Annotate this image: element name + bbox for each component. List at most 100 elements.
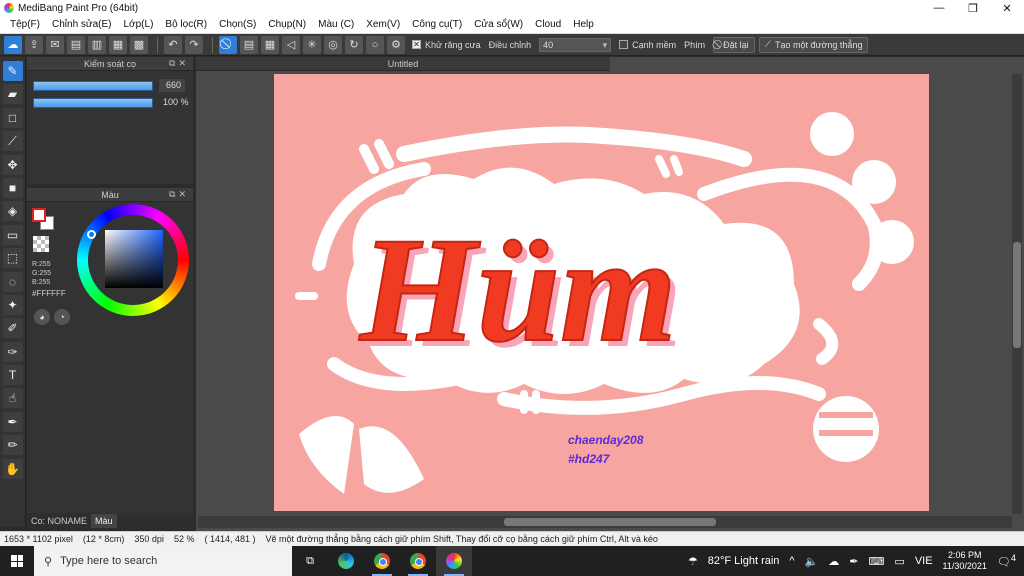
cloud-icon[interactable]: ☁ [4,35,22,54]
close-button[interactable]: ✕ [990,0,1024,16]
language-indicator[interactable]: VIE [915,555,933,567]
artwork-canvas[interactable]: Hüm Hüm chaenday208 #hd247 [274,74,929,511]
snap-off-icon[interactable]: ⃠ [219,35,237,54]
circle-snap-icon[interactable]: ○ [366,35,384,54]
cloud-sync-icon[interactable]: ☁ [828,555,839,568]
undo-icon[interactable]: ↶ [164,35,182,54]
antialias-checkbox[interactable]: ✕ [412,40,421,49]
panel-icon[interactable]: ▦ [109,35,127,54]
medibang-app-icon [4,3,14,13]
text-tool-icon[interactable]: T [2,365,23,386]
share-icon[interactable]: ⇪ [25,35,43,54]
menu-filter[interactable]: Bộ lọc(R) [159,16,213,34]
gradient-tool-icon[interactable]: ▭ [2,224,23,245]
grid-snap-icon[interactable]: ▦ [261,35,279,54]
color-picker-knob[interactable] [87,230,96,239]
menu-help[interactable]: Help [567,16,600,34]
panel-controls-icon[interactable]: ⧉✕ [169,58,189,69]
tool-column: ✎ ▰ □ ⟋ ✥ ■ ◈ ▭ ⬚ ◌ ✦ ✐ ✑ T ☝ ✒ ✏ ✋ [0,57,26,527]
notification-icon[interactable]: 🗨4 [997,553,1016,569]
maximize-button[interactable]: ❐ [956,0,990,16]
menu-layer[interactable]: Lớp(L) [118,16,160,34]
horizontal-scroll-thumb[interactable] [504,518,716,526]
menu-view[interactable]: Xem(V) [360,16,406,34]
taskbar-clock[interactable]: 2:06 PM 11/30/2021 [943,550,987,572]
gear-icon[interactable]: ⚙ [387,35,405,54]
pen-tool-icon[interactable]: ✏ [2,435,23,456]
horizontal-scrollbar[interactable] [198,516,1012,528]
menu-edit[interactable]: Chỉnh sửa(E) [46,16,118,34]
redo-icon[interactable]: ↷ [185,35,203,54]
fill-rect-tool-icon[interactable]: ■ [2,177,23,198]
system-tray: ☂ 82°F Light rain ^ 🔈 ☁ ✒ ⌨ ▭ VIE 2:06 P… [688,546,1024,576]
move-tool-icon[interactable]: ✥ [2,154,23,175]
brush-opacity-slider[interactable] [33,97,153,108]
brush-opacity-row: 100 % [33,96,193,109]
hex-value[interactable]: #FFFFFF [32,289,66,298]
artist-credit: chaenday208 [568,433,644,447]
palette-add-icon[interactable]: ◔ [54,309,70,325]
menu-snap[interactable]: Chụp(N) [262,16,312,34]
vertical-scrollbar[interactable] [1012,74,1022,514]
hand-tool-icon[interactable]: ✋ [2,458,23,479]
chevron-up-icon[interactable]: ^ [789,555,794,567]
comment-icon[interactable]: ✉ [46,35,64,54]
menu-window[interactable]: Cửa sổ(W) [468,16,529,34]
message-icon[interactable]: ▤ [67,35,85,54]
grid-icon[interactable]: ▩ [130,35,148,54]
operation-tool-icon[interactable]: ☝ [2,388,23,409]
select-eraser-tool-icon[interactable]: ✑ [2,341,23,362]
tab-color[interactable]: Màu [91,514,117,528]
menu-file[interactable]: Tệp(F) [4,16,46,34]
pen-icon[interactable]: ✒ [849,555,858,568]
blur-tool-icon[interactable]: ⟋ [2,131,23,152]
palette-icon[interactable]: ◕ [34,309,50,325]
edge-app-button[interactable] [328,546,364,576]
concentric-snap-icon[interactable]: ◎ [324,35,342,54]
start-button[interactable] [0,546,34,576]
dot-tool-icon[interactable]: □ [2,107,23,128]
brush-tool-icon[interactable]: ✎ [2,61,23,81]
radial-snap-icon[interactable]: ✳ [303,35,321,54]
brush-size-value[interactable]: 660 [159,79,185,92]
saturation-value-square[interactable] [105,230,163,288]
eraser-tool-icon[interactable]: ▰ [2,84,23,105]
menu-color[interactable]: Màu (C) [312,16,360,34]
menu-tools[interactable]: Công cụ(T) [406,16,468,34]
bucket-tool-icon[interactable]: ◈ [2,201,23,222]
chrome-app-button[interactable] [364,546,400,576]
reset-button[interactable]: ⃠Đặt lại [713,36,755,53]
display-icon[interactable]: ▭ [894,555,904,568]
adjust-select[interactable]: 40 [539,37,612,52]
magic-wand-tool-icon[interactable]: ✦ [2,294,23,315]
eyedropper-tool-icon[interactable]: ✒ [2,411,23,432]
chrome-app-button-2[interactable] [400,546,436,576]
task-view-icon[interactable]: ⧉ [292,546,328,576]
curve-snap-icon[interactable]: ↻ [345,35,363,54]
select-rect-tool-icon[interactable]: ⬚ [2,248,23,269]
parallel-snap-icon[interactable]: ▤ [240,35,258,54]
vanish-snap-icon[interactable]: ◁ [282,35,300,54]
tab-brush-name[interactable]: Co: NONAME [27,514,91,528]
weather-text[interactable]: 82°F Light rain [708,555,780,567]
minimize-button[interactable]: — [922,0,956,16]
document-tab[interactable]: Untitled [196,57,610,71]
page-icon[interactable]: ▥ [88,35,106,54]
straight-line-button[interactable]: ⟋ Tạo một đường thẳng [758,36,869,53]
menu-select[interactable]: Chọn(S) [213,16,262,34]
weather-icon: ☂ [687,555,698,568]
vertical-scroll-thumb[interactable] [1013,242,1021,348]
lasso-tool-icon[interactable]: ◌ [2,271,23,292]
keyboard-icon[interactable]: ⌨ [869,555,885,568]
taskbar-search[interactable]: ⚲ Type here to search [34,546,292,576]
volume-icon[interactable]: 🔈 [805,555,819,568]
transparent-swatch[interactable] [33,236,49,252]
select-pen-tool-icon[interactable]: ✐ [2,318,23,339]
foreground-color-swatch[interactable] [32,208,46,222]
soft-edge-checkbox[interactable] [619,40,629,49]
menu-cloud[interactable]: Cloud [529,16,567,34]
menu-bar: Tệp(F) Chỉnh sửa(E) Lớp(L) Bộ lọc(R) Chọ… [0,16,1024,34]
brush-size-slider[interactable] [33,80,153,91]
medibang-app-button[interactable] [436,546,472,576]
panel-controls-icon[interactable]: ⧉✕ [169,189,189,200]
